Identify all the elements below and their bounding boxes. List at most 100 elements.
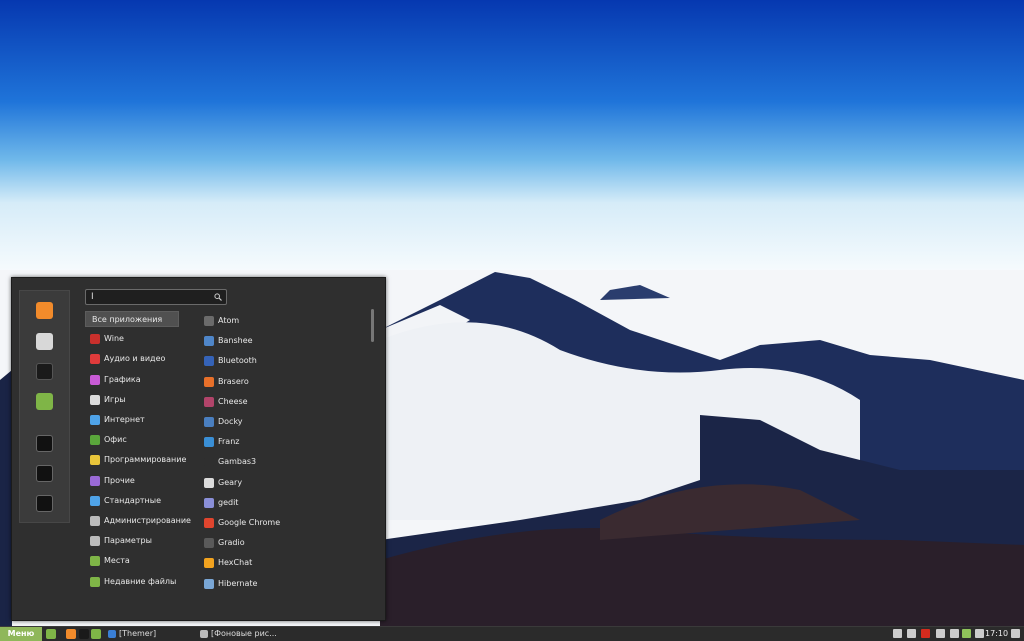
app-label: Atom bbox=[218, 316, 240, 325]
keyboard-layout-flag-icon[interactable] bbox=[921, 629, 930, 638]
category-label: Программирование bbox=[104, 455, 187, 465]
app-item[interactable]: Geary bbox=[201, 475, 242, 491]
application-list-scrollbar[interactable] bbox=[371, 309, 374, 342]
category-item[interactable]: Игры bbox=[85, 392, 179, 408]
category-label: Графика bbox=[104, 374, 141, 384]
category-label: Места bbox=[104, 556, 130, 566]
notifications-icon[interactable] bbox=[1011, 629, 1020, 638]
atom-icon bbox=[204, 316, 214, 326]
app-item[interactable]: Banshee bbox=[201, 333, 253, 349]
category-item[interactable]: Параметры bbox=[85, 533, 179, 549]
app-label: Cheese bbox=[218, 396, 248, 406]
app-label: gedit bbox=[218, 497, 239, 507]
app-item[interactable]: Cheese bbox=[201, 394, 248, 410]
search-icon[interactable] bbox=[214, 293, 222, 301]
app-item[interactable]: Google Chrome bbox=[201, 515, 280, 531]
firefox-icon[interactable] bbox=[66, 629, 76, 639]
app-item[interactable]: Brasero bbox=[201, 374, 249, 390]
category-item[interactable]: Графика bbox=[85, 372, 179, 388]
category-label: Аудио и видео bbox=[104, 354, 166, 364]
category-label: Администрирование bbox=[104, 516, 191, 525]
brasero-icon bbox=[204, 376, 214, 387]
display-icon[interactable] bbox=[893, 629, 902, 638]
category-item[interactable]: Недавние файлы bbox=[85, 574, 179, 590]
settings-toggle-icon[interactable] bbox=[36, 333, 53, 350]
category-item[interactable]: Прочие bbox=[85, 473, 179, 489]
category-item[interactable]: Интернет bbox=[85, 412, 179, 428]
app-item[interactable]: HexChat bbox=[201, 555, 252, 571]
administration-icon bbox=[90, 516, 100, 526]
accessories-icon bbox=[90, 495, 100, 506]
category-item[interactable]: Wine bbox=[85, 331, 179, 347]
category-label: Недавние файлы bbox=[104, 576, 177, 586]
taskbar-window-label: [Фоновые рис... bbox=[211, 629, 277, 638]
themer-icon bbox=[108, 630, 116, 638]
user-icon[interactable] bbox=[907, 629, 916, 638]
gedit-icon bbox=[204, 497, 214, 508]
favorites-sidebar bbox=[19, 290, 70, 523]
app-label: Bluetooth bbox=[218, 356, 257, 366]
programming-icon bbox=[90, 455, 100, 466]
firefox-icon[interactable] bbox=[36, 302, 53, 319]
preferences-icon bbox=[90, 536, 100, 547]
network-icon[interactable] bbox=[950, 629, 959, 638]
bluetooth-icon bbox=[204, 356, 214, 367]
app-item[interactable]: Gambas3 bbox=[201, 454, 256, 470]
taskbar-window[interactable]: [Фоновые рис... bbox=[200, 627, 277, 641]
app-item[interactable]: Docky bbox=[201, 414, 243, 430]
search-input[interactable]: I bbox=[85, 289, 227, 305]
app-item[interactable]: Franz bbox=[201, 434, 239, 450]
logout-icon[interactable] bbox=[36, 465, 53, 482]
category-label: Все приложения bbox=[92, 315, 163, 324]
volume-icon[interactable] bbox=[936, 629, 945, 638]
app-item[interactable]: gedit bbox=[201, 495, 238, 511]
app-label: Google Chrome bbox=[218, 518, 281, 527]
category-label: Wine bbox=[104, 334, 124, 344]
franz-icon bbox=[204, 437, 214, 448]
app-item[interactable]: Gradio bbox=[201, 535, 245, 551]
category-item[interactable]: Места bbox=[85, 553, 179, 569]
category-item[interactable]: Программирование bbox=[85, 452, 186, 468]
wine-icon bbox=[90, 334, 100, 345]
app-item[interactable]: Hibernate bbox=[201, 576, 257, 592]
category-label: Прочие bbox=[104, 475, 135, 485]
lock-icon[interactable] bbox=[36, 435, 53, 452]
office-icon bbox=[90, 435, 100, 446]
show-desktop-icon[interactable] bbox=[46, 629, 56, 639]
category-label: Стандартные bbox=[104, 495, 162, 505]
category-label: Игры bbox=[104, 394, 126, 404]
category-item[interactable]: Офис bbox=[85, 432, 179, 448]
category-item[interactable]: Администрирование bbox=[85, 513, 191, 529]
power-icon[interactable] bbox=[36, 495, 53, 512]
battery-icon[interactable] bbox=[975, 629, 984, 638]
category-label: Параметры bbox=[104, 536, 152, 546]
app-label: Hibernate bbox=[218, 578, 258, 588]
category-item[interactable]: Стандартные bbox=[85, 493, 179, 509]
application-menu: I Все приложения Wine Аудио и видео Графика… bbox=[11, 277, 386, 621]
docky-icon bbox=[204, 417, 214, 427]
hexchat-icon bbox=[204, 558, 214, 569]
recent-folder-icon bbox=[90, 576, 100, 587]
clock[interactable]: 17:10 bbox=[985, 627, 1008, 641]
category-item[interactable]: Все приложения bbox=[85, 311, 179, 327]
search-input-value: I bbox=[91, 292, 94, 302]
update-shield-icon[interactable] bbox=[962, 629, 971, 638]
gradio-icon bbox=[204, 538, 214, 549]
app-label: Gambas3 bbox=[218, 457, 257, 467]
media-icon bbox=[90, 354, 100, 365]
taskbar-window[interactable]: [Themer] bbox=[108, 627, 156, 641]
category-label: Интернет bbox=[104, 415, 145, 424]
chrome-icon bbox=[204, 518, 214, 528]
menu-button[interactable]: Меню bbox=[0, 627, 42, 641]
terminal-icon[interactable] bbox=[79, 629, 89, 639]
folder-icon[interactable] bbox=[36, 393, 53, 410]
app-label: Docky bbox=[218, 417, 243, 426]
app-item[interactable]: Atom bbox=[201, 313, 239, 329]
games-icon bbox=[90, 394, 100, 405]
internet-icon bbox=[90, 415, 100, 425]
category-item[interactable]: Аудио и видео bbox=[85, 351, 179, 367]
app-item[interactable]: Bluetooth bbox=[201, 353, 257, 369]
app-label: Franz bbox=[218, 437, 240, 447]
terminal-icon[interactable] bbox=[36, 363, 53, 380]
folder-icon[interactable] bbox=[91, 629, 101, 639]
